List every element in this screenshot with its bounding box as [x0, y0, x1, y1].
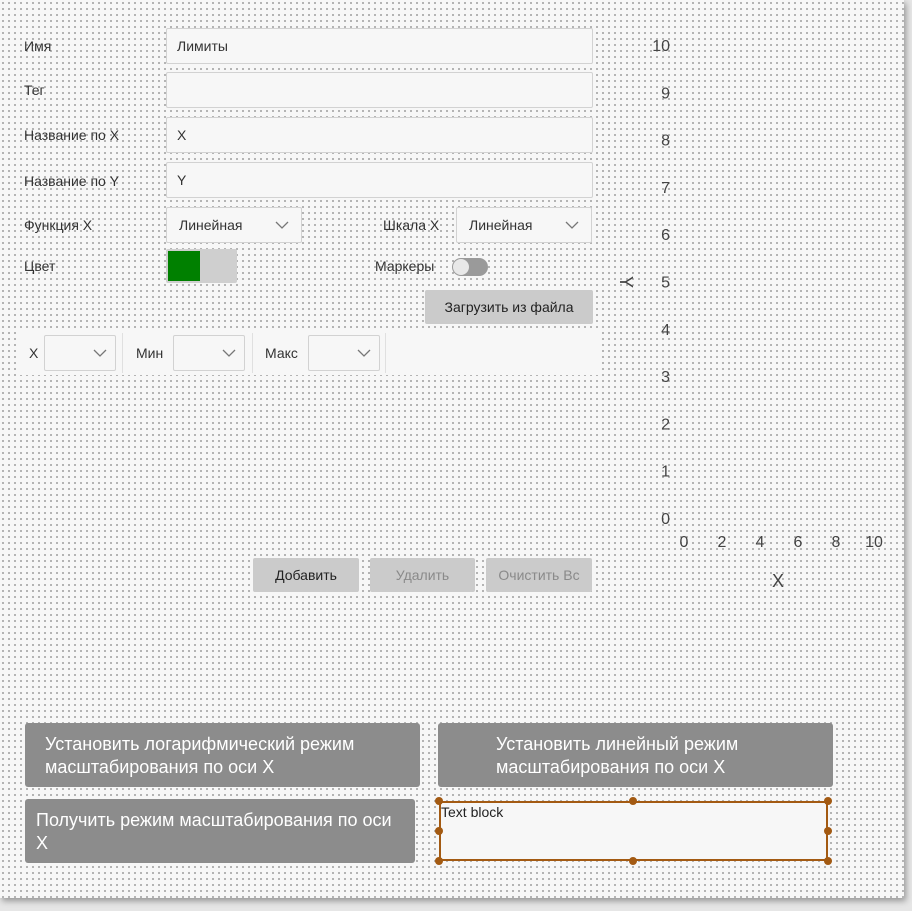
x-title-input-value: X — [177, 127, 187, 143]
chart: 10 9 8 7 6 5 4 3 2 1 0 0 2 4 6 8 10 X Y — [600, 28, 900, 608]
y-tick-label: 7 — [661, 180, 670, 197]
color-swatch — [168, 251, 200, 281]
y-tick-label: 5 — [661, 275, 670, 292]
resize-handle[interactable] — [824, 857, 832, 865]
text-block[interactable]: Text block — [439, 801, 828, 861]
resize-handle[interactable] — [629, 797, 637, 805]
set-linear-mode-button[interactable]: Установить линейный режим масштабировани… — [438, 723, 833, 787]
color-picker[interactable] — [166, 249, 237, 283]
chevron-down-icon — [275, 221, 289, 229]
toggle-knob — [453, 259, 469, 275]
markers-toggle[interactable] — [452, 258, 488, 276]
resize-handle[interactable] — [435, 827, 443, 835]
filter-max-label: Макс — [265, 345, 298, 361]
resize-handle[interactable] — [435, 857, 443, 865]
filter-max-select[interactable] — [308, 335, 380, 371]
y-tick-label: 6 — [661, 227, 670, 244]
name-input[interactable]: Лимиты — [166, 28, 593, 64]
text-block-content: Text block — [441, 804, 504, 820]
get-mode-button[interactable]: Получить режим масштабирования по оси X — [25, 799, 415, 863]
add-button[interactable]: Добавить — [253, 558, 359, 592]
clear-button[interactable]: Очистить Вс — [486, 558, 592, 592]
designer-canvas: Имя Лимиты Тег Название по X X Название … — [0, 0, 904, 898]
color-label: Цвет — [24, 258, 56, 274]
filter-bar: X Мин Макс — [16, 329, 598, 375]
load-from-file-button[interactable]: Загрузить из файла — [425, 290, 593, 324]
x-tick-label: 4 — [756, 534, 765, 551]
name-label: Имя — [24, 38, 52, 54]
x-tick-label: 10 — [865, 534, 883, 551]
x-title-label: Название по X — [24, 127, 120, 143]
y-tick-label: 3 — [661, 369, 670, 386]
filter-min-label: Мин — [136, 345, 164, 361]
resize-handle[interactable] — [824, 797, 832, 805]
filter-divider — [252, 333, 253, 373]
x-scale-label: Шкала X — [383, 217, 440, 233]
markers-label: Маркеры — [375, 258, 435, 274]
tag-input[interactable] — [166, 72, 593, 108]
tag-label: Тег — [24, 82, 45, 98]
y-axis-title: Y — [616, 276, 636, 288]
filter-divider — [122, 333, 123, 373]
y-tick-label: 9 — [661, 85, 670, 102]
delete-button[interactable]: Удалить — [370, 558, 475, 592]
y-tick-label: 0 — [661, 511, 670, 528]
chevron-down-icon — [565, 221, 579, 229]
filter-x-select[interactable] — [44, 335, 116, 371]
y-title-input-value: Y — [177, 172, 187, 188]
resize-handle[interactable] — [824, 827, 832, 835]
chevron-down-icon — [222, 349, 236, 357]
x-function-label: Функция X — [24, 217, 93, 233]
x-function-select[interactable]: Линейная — [166, 207, 302, 243]
x-function-value: Линейная — [179, 217, 243, 233]
y-tick-label: 8 — [661, 133, 670, 150]
x-tick-label: 6 — [794, 534, 803, 551]
y-title-label: Название по Y — [24, 173, 120, 189]
y-tick-label: 2 — [661, 416, 670, 433]
chevron-down-icon — [357, 349, 371, 357]
filter-x-label: X — [29, 345, 39, 361]
y-tick-label: 10 — [652, 38, 670, 55]
y-tick-label: 1 — [661, 464, 670, 481]
set-log-mode-button[interactable]: Установить логарифмический режим масштаб… — [25, 723, 420, 787]
chart-svg: 1098765432100 2 4 6 8 10XY — [616, 38, 883, 591]
x-scale-select[interactable]: Линейная — [456, 207, 592, 243]
name-input-value: Лимиты — [177, 38, 228, 54]
x-tick-label: 0 — [680, 534, 689, 551]
x-tick-label: 8 — [832, 534, 841, 551]
resize-handle[interactable] — [435, 797, 443, 805]
y-tick-label: 4 — [661, 322, 670, 339]
filter-divider — [385, 333, 386, 373]
y-title-input[interactable]: Y — [166, 162, 593, 198]
chevron-down-icon — [93, 349, 107, 357]
x-tick-label: 2 — [718, 534, 727, 551]
filter-min-select[interactable] — [173, 335, 245, 371]
x-axis-title: X — [772, 571, 784, 591]
resize-handle[interactable] — [629, 857, 637, 865]
x-scale-value: Линейная — [469, 217, 533, 233]
x-title-input[interactable]: X — [166, 117, 593, 153]
